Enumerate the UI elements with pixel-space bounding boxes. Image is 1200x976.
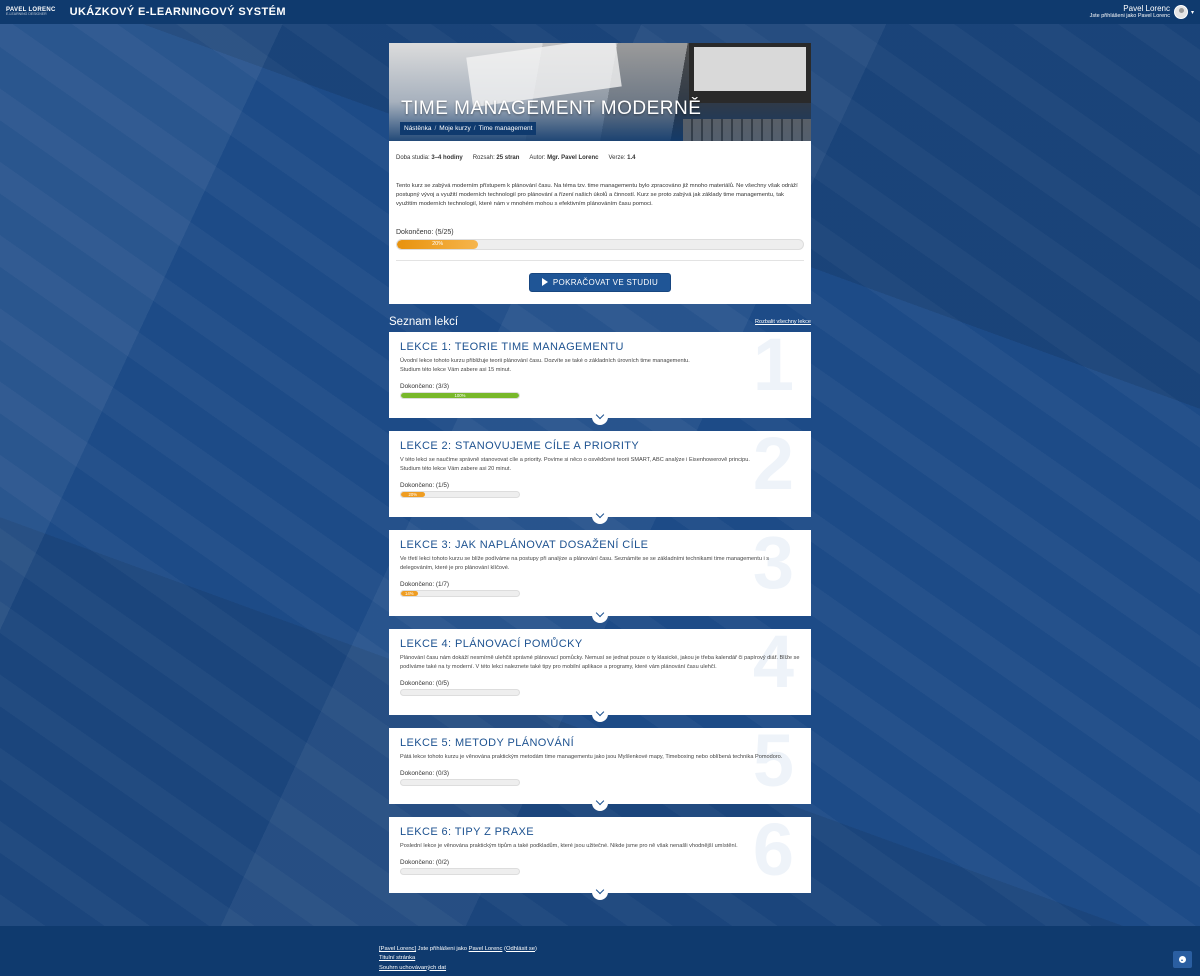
lesson-progress-bar: 14%	[400, 589, 520, 597]
chevron-down-icon	[595, 797, 605, 806]
chevron-down-icon	[595, 609, 605, 618]
continue-study-button[interactable]: POKRAČOVAT VE STUDIU	[528, 272, 672, 292]
course-progress-bar: 20%	[396, 238, 804, 250]
lesson-completed-label: Dokončeno: (0/2)	[400, 858, 450, 866]
lesson-title[interactable]: LEKCE 3: JAK NAPLÁNOVAT DOSAŽENÍ CÍLE	[400, 539, 800, 551]
lesson-card[interactable]: 3 LEKCE 3: JAK NAPLÁNOVAT DOSAŽENÍ CÍLE Ve…	[389, 525, 811, 623]
lesson-card[interactable]: 5 LEKCE 5: METODY PLÁNOVÁNÍ Pátá lekce toh…	[389, 723, 811, 811]
course-card: TIME MANAGEMENT MODERNĚ Nástěnka / Moje …	[389, 43, 811, 304]
footer-login-line: [Pavel Lorenc] Jste přihlášeni jako Pave…	[379, 946, 537, 952]
site-logo[interactable]: PAVEL LORENC E-LEARNING DESIGNER	[6, 7, 56, 17]
course-info: Doba studia: 3–4 hodiny Rozsah: 25 stran…	[389, 141, 811, 161]
chevron-down-icon	[595, 411, 605, 420]
data-retention-link[interactable]: Souhrn uchovávaných dat	[379, 964, 537, 973]
lesson-desc-text: Plánování času nám dokáží nesmírně ulehč…	[400, 654, 800, 670]
expand-lesson-button[interactable]	[592, 794, 608, 811]
lesson-desc-text: Pátá lekce tohoto kurzu je věnována prak…	[400, 753, 783, 760]
lesson-description: Plánování času nám dokáží nesmírně ulehč…	[400, 654, 800, 672]
chevron-down-icon	[595, 886, 605, 895]
lesson-progress-fill: 100%	[401, 392, 519, 398]
arrow-up-circle-icon	[1179, 956, 1186, 963]
lesson-progress-fill: 20%	[401, 491, 425, 497]
lesson-card[interactable]: 2 LEKCE 2: STANOVUJEME CÍLE A PRIORITY V t…	[389, 426, 811, 524]
lesson-progress-bar: 20%	[400, 490, 520, 498]
course-description: Tento kurz se zabývá moderním přístupem …	[396, 183, 798, 207]
course-hero: TIME MANAGEMENT MODERNĚ Nástěnka / Moje …	[389, 43, 811, 141]
lesson-title[interactable]: LEKCE 1: TEORIE TIME MANAGEMENTU	[400, 341, 800, 353]
logo-line2: E-LEARNING DESIGNER	[6, 12, 47, 17]
back-to-top-button[interactable]	[1173, 951, 1192, 968]
breadcrumb-current[interactable]: Time management	[479, 125, 533, 132]
user-name: Pavel Lorenc	[1123, 3, 1170, 13]
lesson-description: Úvodní lekce tohoto kurzu přibližuje teo…	[400, 357, 800, 375]
lesson-progress-bar	[400, 688, 520, 696]
expand-lesson-button[interactable]	[592, 883, 608, 900]
lesson-title[interactable]: LEKCE 6: TIPY Z PRAXE	[400, 826, 800, 838]
lesson-title[interactable]: LEKCE 5: METODY PLÁNOVÁNÍ	[400, 737, 800, 749]
lesson-duration: Studium této lekce Vám zabere asi 20 min…	[400, 465, 511, 472]
expand-lesson-button[interactable]	[592, 705, 608, 722]
lesson-description: Poslední lekce je věnována praktickým ti…	[400, 842, 800, 851]
lesson-description: Pátá lekce tohoto kurzu je věnována prak…	[400, 753, 800, 762]
info-author: Autor: Mgr. Pavel Lorenc	[529, 155, 599, 161]
lesson-completed-label: Dokončeno: (1/5)	[400, 481, 450, 489]
lesson-desc-text: Poslední lekce je věnována praktickým ti…	[400, 842, 738, 849]
course-progress-fill: 20%	[397, 239, 479, 249]
info-study-time: Doba studia: 3–4 hodiny	[396, 155, 463, 161]
lesson-completed-label: Dokončeno: (0/3)	[400, 769, 450, 777]
continue-study-label: POKRAČOVAT VE STUDIU	[552, 277, 659, 287]
lesson-progress-bar	[400, 778, 520, 786]
hero-laptop-screen	[694, 47, 806, 91]
main-content: TIME MANAGEMENT MODERNĚ Nástěnka / Moje …	[389, 43, 811, 900]
breadcrumb-my-courses[interactable]: Moje kurzy	[439, 125, 470, 132]
lesson-completed-label: Dokončeno: (1/7)	[400, 580, 450, 588]
play-icon	[541, 278, 548, 287]
lesson-description: V této lekci se naučíme správně stanovov…	[400, 456, 800, 474]
lesson-title[interactable]: LEKCE 4: PLÁNOVACÍ POMŮCKY	[400, 638, 800, 650]
lesson-completed-label: Dokončeno: (3/3)	[400, 382, 450, 390]
site-name[interactable]: UKÁZKOVÝ E-LEARNINGOVÝ SYSTÉM	[70, 6, 286, 18]
footer-name-link[interactable]: Pavel Lorenc	[469, 946, 503, 952]
breadcrumb-separator: /	[434, 125, 437, 132]
lesson-desc-text: Ve třetí lekci tohoto kurzu se blíže pod…	[400, 555, 770, 571]
caret-down-icon[interactable]: ▾	[1191, 9, 1194, 16]
lesson-desc-text: Úvodní lekce tohoto kurzu přibližuje teo…	[400, 357, 690, 364]
lesson-card[interactable]: 4 LEKCE 4: PLÁNOVACÍ POMŮCKY Plánování čas…	[389, 624, 811, 722]
breadcrumb-separator: /	[473, 125, 476, 132]
chevron-down-icon	[595, 510, 605, 519]
breadcrumb-dashboard[interactable]: Nástěnka	[404, 125, 431, 132]
info-range: Rozsah: 25 stran	[472, 155, 520, 161]
chevron-down-icon	[595, 708, 605, 717]
top-navbar: PAVEL LORENC E-LEARNING DESIGNER UKÁZKOV…	[0, 0, 1200, 24]
lesson-progress-bar	[400, 867, 520, 875]
home-link[interactable]: Titulní stránka	[379, 954, 537, 963]
lesson-title[interactable]: LEKCE 2: STANOVUJEME CÍLE A PRIORITY	[400, 440, 800, 452]
logout-link[interactable]: Odhlásit se	[506, 946, 535, 952]
lesson-desc-text: V této lekci se naučíme správně stanovov…	[400, 456, 750, 463]
hero-keyboard-image	[683, 119, 811, 141]
breadcrumb: Nástěnka / Moje kurzy / Time management	[400, 122, 537, 135]
expand-lesson-button[interactable]	[592, 408, 608, 425]
lessons-list: 1 LEKCE 1: TEORIE TIME MANAGEMENTU Úvodní …	[389, 327, 811, 900]
user-menu[interactable]: Pavel Lorenc Jste přihlášeni jako Pavel …	[1089, 3, 1194, 20]
lesson-card[interactable]: 6 LEKCE 6: TIPY Z PRAXE Poslední lekce je …	[389, 812, 811, 900]
expand-lesson-button[interactable]	[592, 507, 608, 524]
footer: [Pavel Lorenc] Jste přihlášeni jako Pave…	[0, 926, 1200, 976]
lesson-completed-label: Dokončeno: (0/5)	[400, 679, 450, 687]
course-completed-label: Dokončeno: (5/25)	[396, 228, 454, 236]
footer-user-link[interactable]: [Pavel Lorenc]	[379, 946, 416, 952]
lessons-header: Seznam lekcí Rozbalit všechny lekce	[389, 316, 811, 328]
lesson-progress-fill: 14%	[401, 590, 418, 596]
lessons-title: Seznam lekcí	[389, 315, 459, 328]
lesson-description: Ve třetí lekci tohoto kurzu se blíže pod…	[400, 555, 800, 573]
lesson-duration: Studium této lekce Vám zabere asi 15 min…	[400, 366, 511, 373]
avatar[interactable]	[1173, 5, 1188, 19]
expand-lesson-button[interactable]	[592, 606, 608, 623]
course-title: TIME MANAGEMENT MODERNĚ	[401, 98, 702, 119]
lesson-card[interactable]: 1 LEKCE 1: TEORIE TIME MANAGEMENTU Úvodní …	[389, 327, 811, 425]
lesson-progress-bar: 100%	[400, 391, 520, 399]
user-login-info: Jste přihlášeni jako Pavel Lorenc	[1089, 13, 1170, 20]
info-version: Verze: 1.4	[608, 155, 636, 161]
